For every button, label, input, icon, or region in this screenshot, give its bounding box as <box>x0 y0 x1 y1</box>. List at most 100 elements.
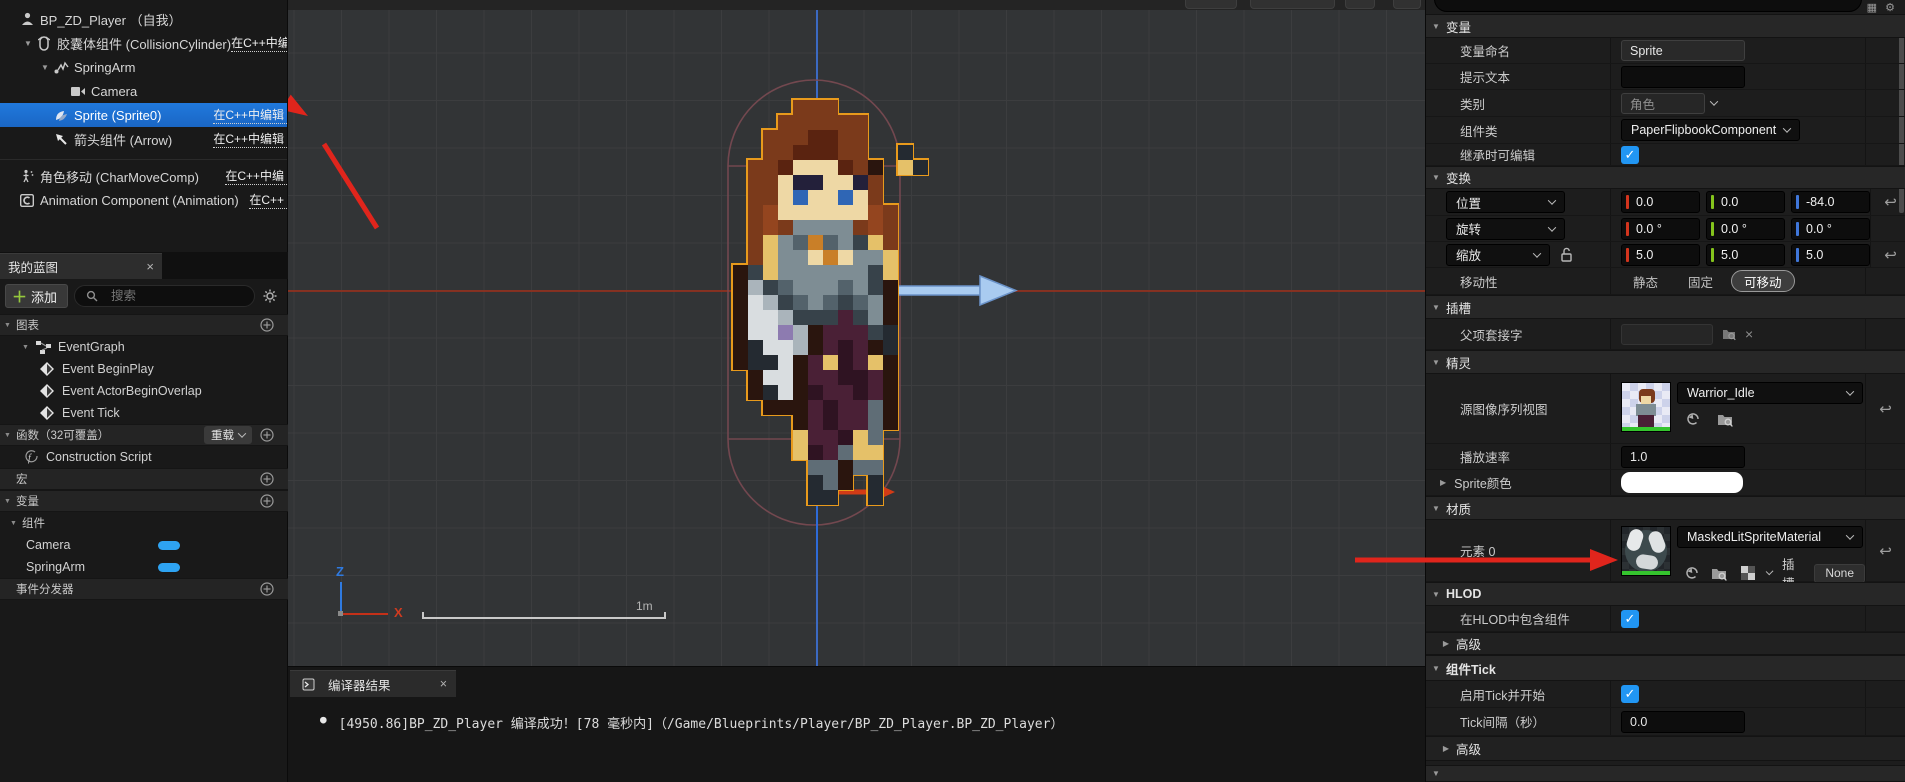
blueprint-item-row[interactable]: Event BeginPlay <box>0 358 288 380</box>
section-transform[interactable]: ▼ 变换 <box>1426 166 1905 189</box>
axis-field-y[interactable]: 0.0 ° <box>1706 218 1785 240</box>
caret-down-icon[interactable]: ▼ <box>38 63 52 72</box>
variable-type-pill[interactable] <box>158 541 180 550</box>
flipbook-dropdown[interactable]: Warrior_Idle <box>1677 382 1863 404</box>
compiler-log-line[interactable]: ● [4950.86]BP_ZD_Player 编译成功！[78 毫秒内]（/G… <box>320 713 1063 732</box>
search-box[interactable] <box>74 285 255 307</box>
reset-icon[interactable]: ↩ <box>1884 193 1897 211</box>
axis-field-z[interactable]: 5.0 <box>1791 244 1870 266</box>
tick-interval-input[interactable]: 0.0 <box>1621 711 1745 733</box>
checker-icon[interactable] <box>1739 564 1757 582</box>
component-row[interactable]: Camera <box>0 79 287 103</box>
add-button[interactable]: ＋ 添加 <box>5 284 68 308</box>
blueprint-variable-row[interactable]: Camera <box>0 534 288 556</box>
caret-right-icon[interactable]: ▶ <box>1440 478 1446 487</box>
overload-dropdown[interactable]: 重载 <box>204 426 252 444</box>
blueprint-section-header[interactable]: ▼函数（32可覆盖）重载 <box>0 424 288 446</box>
blueprint-section-header[interactable]: ▼图表 <box>0 314 288 336</box>
gear-icon[interactable] <box>261 288 279 304</box>
section-socket[interactable]: ▼ 插槽 <box>1426 295 1905 319</box>
plus-circle-icon[interactable] <box>258 471 276 487</box>
blueprint-section-header[interactable]: 事件分发器 <box>0 578 288 600</box>
component-row[interactable]: 角色移动 (CharMoveComp)在C++中编 <box>0 164 287 188</box>
hlod-checkbox[interactable]: ✓ <box>1621 610 1639 628</box>
section-advanced-2[interactable]: ▶ 高级 <box>1426 736 1905 761</box>
axis-field-x[interactable]: 0.0 <box>1621 191 1700 213</box>
rotation-dropdown[interactable]: 旋转 <box>1446 218 1565 240</box>
component-row[interactable]: ▼胶囊体组件 (CollisionCylinder)在C++中编 <box>0 31 287 55</box>
section-component-tick[interactable]: ▼ 组件Tick <box>1426 655 1905 681</box>
browse-asset-icon[interactable] <box>1715 410 1735 428</box>
axis-field-y[interactable]: 5.0 <box>1706 244 1785 266</box>
axis-field-y[interactable]: 0.0 <box>1706 191 1785 213</box>
edit-in-cpp-link[interactable]: 在C++中编 <box>231 34 287 52</box>
edit-in-cpp-link[interactable]: 在C++ <box>249 191 287 209</box>
mobility-movable[interactable]: 可移动 <box>1731 270 1795 292</box>
tick-enable-checkbox[interactable]: ✓ <box>1621 685 1639 703</box>
character-sprite[interactable] <box>733 100 928 505</box>
plus-circle-icon[interactable] <box>258 493 276 509</box>
blueprint-variable-row[interactable]: SpringArm <box>0 556 288 578</box>
variable-name-input[interactable]: Sprite <box>1621 40 1745 61</box>
section-sprite[interactable]: ▼ 精灵 <box>1426 350 1905 374</box>
plus-circle-icon[interactable] <box>258 317 276 333</box>
reset-icon[interactable]: ↩ <box>1879 542 1892 560</box>
axis-field-x[interactable]: 5.0 <box>1621 244 1700 266</box>
location-dropdown[interactable]: 位置 <box>1446 191 1565 213</box>
lock-open-icon[interactable] <box>1560 247 1573 262</box>
mobility-stationary[interactable]: 固定 <box>1676 270 1725 292</box>
section-advanced-1[interactable]: ▶ 高级 <box>1426 632 1905 655</box>
category-combo-input[interactable]: 角色 <box>1621 93 1705 114</box>
component-row[interactable]: BP_ZD_Player （自我） <box>0 7 287 31</box>
component-row[interactable]: Sprite (Sprite0)在C++中编辑 <box>0 103 287 127</box>
axis-field-z[interactable]: -84.0 <box>1791 191 1870 213</box>
flipbook-thumbnail[interactable] <box>1621 382 1671 432</box>
section-hlod[interactable]: ▼ HLOD <box>1426 582 1905 606</box>
tab-compiler-results[interactable]: 编译器结果 × <box>290 670 456 697</box>
plus-circle-icon[interactable] <box>258 581 276 597</box>
edit-in-cpp-link[interactable]: 在C++中编辑 <box>213 106 287 124</box>
viewport[interactable]: Z X 1m <box>288 0 1425 666</box>
section-material[interactable]: ▼ 材质 <box>1426 496 1905 520</box>
grid-view-icon[interactable]: ▦ <box>1867 1 1877 14</box>
clear-socket-icon[interactable]: × <box>1745 326 1753 342</box>
blueprint-item-row[interactable]: fConstruction Script <box>0 446 288 468</box>
component-row[interactable]: 箭头组件 (Arrow)在C++中编辑 <box>0 127 287 151</box>
use-selected-icon[interactable] <box>1683 410 1703 428</box>
section-variable[interactable]: ▼ 变量 <box>1426 14 1905 38</box>
parent-socket-input[interactable] <box>1621 324 1713 345</box>
chevron-down-icon[interactable] <box>1710 97 1718 105</box>
material-dropdown[interactable]: MaskedLitSpriteMaterial <box>1677 526 1863 548</box>
settings-icon[interactable]: ⚙ <box>1885 1 1895 14</box>
tooltip-input[interactable] <box>1621 66 1745 88</box>
blueprint-section-header[interactable]: ▼组件 <box>0 512 288 534</box>
reset-icon[interactable]: ↩ <box>1879 400 1892 418</box>
chevron-down-icon[interactable] <box>1765 568 1773 576</box>
caret-down-icon[interactable]: ▼ <box>21 39 35 48</box>
close-icon[interactable]: × <box>440 677 447 691</box>
section-header-partial[interactable]: ▼ <box>1426 765 1905 782</box>
scale-dropdown[interactable]: 缩放 <box>1446 244 1550 266</box>
tab-my-blueprint[interactable]: 我的蓝图 × <box>0 253 162 279</box>
details-search-clipped[interactable] <box>1434 0 1862 12</box>
playrate-input[interactable]: 1.0 <box>1621 446 1745 468</box>
sprite-color-swatch[interactable] <box>1621 472 1743 493</box>
component-class-dropdown[interactable]: PaperFlipbookComponent <box>1621 119 1800 141</box>
search-input[interactable] <box>111 289 211 303</box>
axis-field-x[interactable]: 0.0 ° <box>1621 218 1700 240</box>
blueprint-item-row[interactable]: Event ActorBeginOverlap <box>0 380 288 402</box>
browse-socket-icon[interactable] <box>1719 325 1739 343</box>
blueprint-section-header[interactable]: ▼变量 <box>0 490 288 512</box>
plus-circle-icon[interactable] <box>258 427 276 443</box>
use-selected-icon[interactable] <box>1683 564 1701 582</box>
blueprint-item-row[interactable]: Event Tick <box>0 402 288 424</box>
reset-icon[interactable]: ↩ <box>1884 246 1897 264</box>
blueprint-item-row[interactable]: ▼EventGraph <box>0 336 288 358</box>
caret-down-icon[interactable]: ▼ <box>22 344 34 351</box>
browse-asset-icon[interactable] <box>1711 564 1729 582</box>
variable-type-pill[interactable] <box>158 563 180 572</box>
mobility-static[interactable]: 静态 <box>1621 270 1670 292</box>
component-row[interactable]: ▼SpringArm <box>0 55 287 79</box>
editable-checkbox[interactable]: ✓ <box>1621 146 1639 164</box>
component-row[interactable]: Animation Component (Animation)在C++ <box>0 188 287 212</box>
